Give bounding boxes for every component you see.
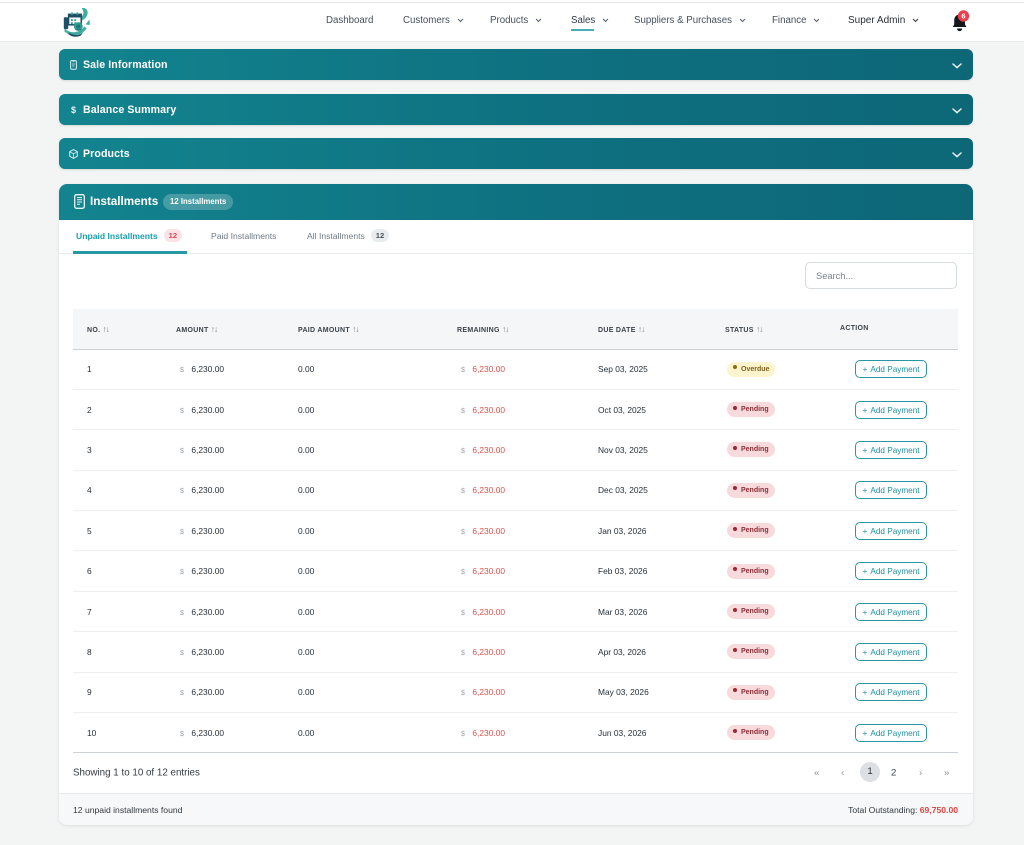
svg-text:6: 6 (961, 12, 965, 21)
